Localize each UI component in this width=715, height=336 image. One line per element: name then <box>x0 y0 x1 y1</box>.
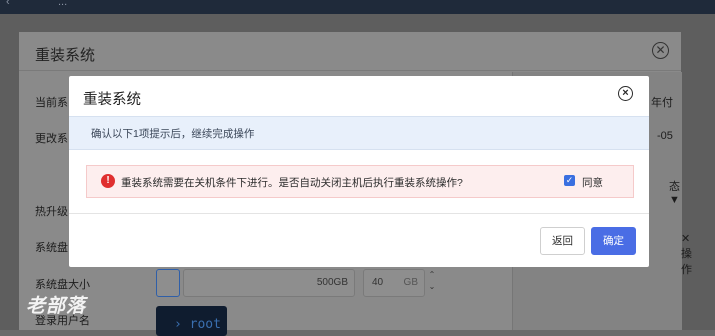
system-disk-label: 系统盘 <box>35 242 68 254</box>
current-system-label: 当前系 <box>35 97 68 109</box>
background-dialog-title: 重装系统 <box>35 47 96 64</box>
watermark-logo: 老部落 <box>26 296 87 317</box>
checkbox-checked-icon[interactable]: ✓ <box>564 175 575 186</box>
back-button[interactable]: 返回 <box>540 227 585 255</box>
stepper-icon[interactable]: ⌃ ⌄ <box>425 269 439 295</box>
terminal-preview: › root <box>156 306 227 336</box>
agree-checkbox[interactable]: ✓ 同意 <box>564 175 603 190</box>
hot-upgrade-label: 热升级 <box>35 206 68 218</box>
dialog-header: 重装系统 × <box>69 76 649 116</box>
warning-item: ! 重装系统需要在关机条件下进行。是否自动关闭主机后执行重装系统操作? ✓ 同意 <box>86 165 634 198</box>
warning-text: 重装系统需要在关机条件下进行。是否自动关闭主机后执行重装系统操作? <box>121 177 463 189</box>
error-icon: ! <box>101 174 115 188</box>
dialog-title: 重装系统 <box>83 92 141 108</box>
confirm-button[interactable]: 确定 <box>591 227 636 255</box>
disk-size-value: 500GB <box>316 277 348 288</box>
operation-text: ✕ 操作 <box>681 233 692 276</box>
disk-count-value: 40 <box>372 277 384 288</box>
change-system-label: 更改系 <box>35 133 68 145</box>
back-icon[interactable]: ‹ <box>6 0 10 8</box>
billing-text: 年付 <box>651 97 673 109</box>
breadcrumb: ... <box>58 0 68 8</box>
close-icon[interactable]: × <box>618 86 633 101</box>
divider <box>19 70 681 71</box>
disk-count-input[interactable]: 40 GB <box>363 269 425 297</box>
close-icon[interactable]: ✕ <box>652 42 669 59</box>
agree-label: 同意 <box>582 177 603 189</box>
status-dropdown[interactable]: 态 ▼ <box>669 178 682 206</box>
footer-divider <box>69 213 649 214</box>
disk-size-input[interactable]: 500GB <box>183 269 355 297</box>
disk-unit: GB <box>403 277 418 288</box>
system-disk-size-label: 系统盘大小 <box>35 279 90 291</box>
top-navigation-bar: ‹ ... <box>0 0 715 14</box>
info-text: 确认以下1项提示后，继续完成操作 <box>91 128 255 140</box>
disk-type-toggle[interactable] <box>156 269 180 297</box>
date-text: -05 <box>657 130 673 142</box>
info-bar: 确认以下1项提示后，继续完成操作 <box>69 116 649 150</box>
reinstall-system-dialog: 重装系统 × 确认以下1项提示后，继续完成操作 ! 重装系统需要在关机条件下进行… <box>69 76 649 267</box>
